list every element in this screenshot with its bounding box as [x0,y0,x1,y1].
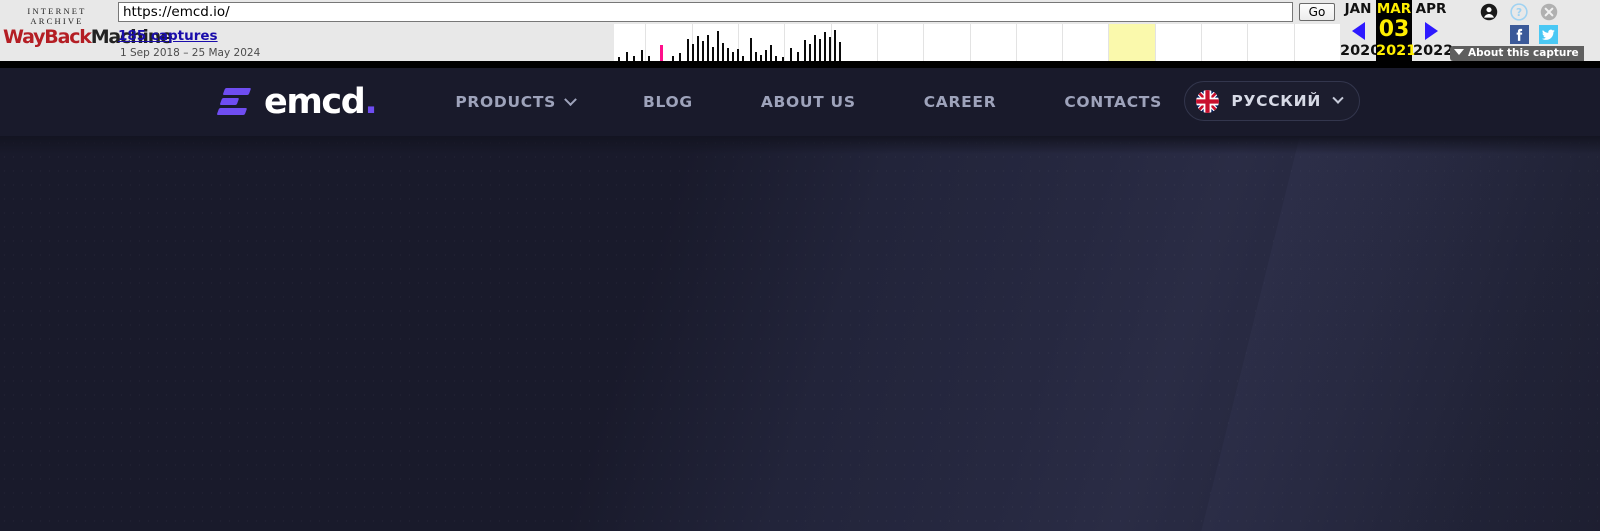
emcd-wordmark: emcd. [264,81,378,122]
timeline-capture-bar[interactable] [839,42,841,61]
emcd-logo[interactable]: emcd. [216,81,378,122]
site-header: emcd. PRODUCTS BLOG ABOUT US CAREER CONTACTS… [0,68,1600,136]
nav-item-label: CONTACTS [1064,93,1162,111]
user-circle-icon[interactable] [1480,3,1498,21]
timeline-capture-bar[interactable] [717,31,719,61]
captures-date-range: 1 Sep 2018 – 25 May 2024 [120,47,261,59]
timeline-capture-bar[interactable] [672,56,674,61]
chevron-down-icon [564,92,577,106]
prev-period[interactable]: JAN 2020 [1340,0,1381,61]
nav-item-blog[interactable]: BLOG [609,93,727,111]
timeline-capture-bar[interactable] [679,53,681,61]
timeline-capture-bar[interactable] [702,41,704,61]
arrow-left-icon[interactable] [1351,21,1365,40]
next-year-label: 2022 [1413,43,1454,59]
go-button[interactable]: Go [1299,3,1335,21]
prev-year-label: 2020 [1340,43,1381,59]
wayback-word: WayBack [3,26,92,48]
prev-arrow-cell[interactable] [1340,18,1376,42]
timeline-capture-bar[interactable] [834,30,836,61]
timeline-capture-bar[interactable] [633,56,635,61]
timeline-capture-bar[interactable] [722,43,724,61]
emcd-mark-icon [216,87,252,117]
timeline-capture-bar[interactable] [712,47,714,61]
nav-item-label: PRODUCTS [455,93,556,111]
hero-decorative-wedge [1170,136,1600,531]
question-circle-icon[interactable]: ? [1510,3,1528,21]
timeline-capture-bar[interactable] [819,39,821,61]
hero-section [0,136,1600,531]
timeline-capture-bar[interactable] [618,57,620,61]
prev-month-label: JAN [1344,1,1372,17]
svg-text:?: ? [1516,7,1522,19]
timeline-capture-bar[interactable] [648,56,650,61]
timeline-capture-bar[interactable] [797,52,799,61]
language-selector[interactable]: РУССКИЙ [1184,81,1360,121]
chevron-down-icon [1332,92,1344,104]
main-navigation: PRODUCTS BLOG ABOUT US CAREER CONTACTS [421,92,1196,111]
timeline-capture-bar[interactable] [829,37,831,61]
next-month-label: APR [1415,1,1447,17]
timeline-capture-bar[interactable] [770,45,772,61]
arrow-right-icon[interactable] [1424,21,1438,40]
timeline-capture-bar[interactable] [782,57,784,61]
timeline-capture-bar[interactable] [732,52,734,61]
url-input[interactable] [118,2,1293,22]
timeline-capture-bar[interactable] [755,52,757,61]
nav-item-about-us[interactable]: ABOUT US [727,93,890,111]
current-day-label: 03 [1378,17,1410,42]
wayback-machine-wordmark: WayBackMachine [3,26,173,48]
about-this-capture-button[interactable]: About this capture [1450,46,1584,61]
timeline-capture-bar[interactable] [697,36,699,61]
wayback-toolbar: INTERNET ARCHIVE WayBackMachine Go 185 c… [0,0,1600,68]
caret-down-icon [1454,49,1464,55]
internet-archive-label: INTERNET ARCHIVE [27,6,87,26]
timeline-capture-bar[interactable] [626,52,628,61]
wayback-machine-logo[interactable]: INTERNET ARCHIVE WayBackMachine [3,3,173,47]
timeline-capture-bar[interactable] [750,38,752,61]
timeline-capture-bar[interactable] [727,48,729,61]
date-navigator: JAN 2020 MAR 03 2021 APR 2022 [1340,0,1460,61]
uk-flag-icon [1196,89,1220,113]
nav-item-products[interactable]: PRODUCTS [421,92,609,111]
nav-item-label: CAREER [923,93,997,111]
facebook-icon[interactable] [1510,25,1529,44]
timeline-capture-bar[interactable] [824,32,826,61]
nav-item-career[interactable]: CAREER [890,93,1031,111]
timeline-capture-bar[interactable] [814,35,816,61]
captures-timeline-sparkline[interactable] [600,24,1340,61]
captures-count-link[interactable]: 185 captures [118,28,218,44]
brand-text: emcd [264,81,366,122]
timeline-capture-bar[interactable] [737,49,739,61]
timeline-capture-bars [600,24,1340,61]
timeline-capture-bar[interactable] [804,40,806,61]
timeline-capture-bar[interactable] [641,50,643,61]
timeline-capture-bar[interactable] [765,50,767,61]
language-label: РУССКИЙ [1231,92,1321,110]
brand-dot: . [364,81,377,122]
nav-item-contacts[interactable]: CONTACTS [1030,93,1196,111]
about-this-capture-label: About this capture [1468,47,1579,59]
timeline-capture-bar[interactable] [790,48,792,61]
next-arrow-cell[interactable] [1413,18,1449,42]
timeline-capture-bar[interactable] [775,56,777,61]
timeline-left-pad [600,24,614,61]
next-period[interactable]: APR 2022 [1413,0,1454,61]
timeline-capture-bar[interactable] [760,55,762,61]
url-row [118,2,1293,22]
close-circle-icon[interactable] [1540,3,1558,21]
twitter-icon[interactable] [1539,25,1558,44]
timeline-capture-bar[interactable] [692,44,694,61]
nav-item-label: ABOUT US [760,93,856,111]
timeline-capture-bar[interactable] [707,35,709,61]
timeline-capture-bar[interactable] [742,56,744,61]
current-year-label: 2021 [1376,43,1417,59]
timeline-current-capture-bar[interactable] [660,45,663,61]
timeline-capture-bar[interactable] [809,44,811,61]
nav-item-label: BLOG [642,93,693,111]
timeline-capture-bar[interactable] [687,39,689,61]
current-month-label: MAR [1376,1,1412,17]
current-capture-date: MAR 03 2021 [1376,0,1417,61]
archived-page: emcd. PRODUCTS BLOG ABOUT US CAREER CONTACTS… [0,68,1600,531]
